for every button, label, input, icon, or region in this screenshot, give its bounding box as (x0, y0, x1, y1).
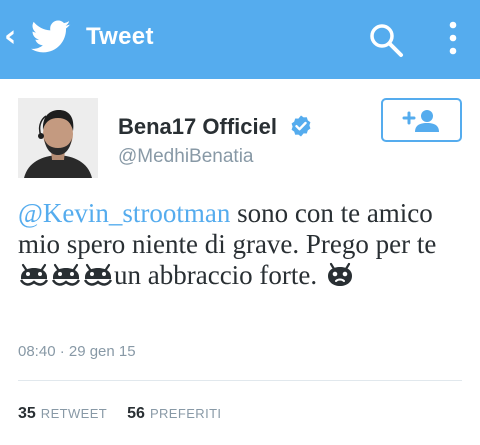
android-emoji-icon (327, 262, 352, 286)
mention-link[interactable]: @Kevin_strootman (18, 198, 230, 228)
favorite-count: 56 (127, 405, 145, 422)
more-vertical-icon[interactable] (436, 18, 470, 58)
retweet-label: RETWEET (40, 406, 108, 421)
tweet-stats: 35 RETWEET 56 PREFERITI (18, 405, 221, 423)
twitter-bird-icon (31, 20, 71, 53)
follow-button[interactable] (381, 98, 462, 142)
chevron-left-icon: ‹ (4, 19, 17, 54)
profile-photo (18, 98, 98, 178)
divider (18, 380, 462, 381)
back-button[interactable]: ‹ (0, 0, 78, 79)
emoji-group (18, 260, 114, 290)
favorite-label: PREFERITI (149, 406, 222, 421)
favorite-stat[interactable]: 56 PREFERITI (127, 405, 221, 422)
retweet-count: 35 (18, 405, 36, 422)
avatar[interactable] (18, 98, 98, 178)
android-emoji-icon (51, 263, 81, 286)
author-name[interactable]: Bena17 Officiel (118, 114, 277, 140)
tweet-text-part: un abbraccio forte. (114, 260, 324, 290)
tweet-timestamp: 08:40 · 29 gen 15 (18, 343, 136, 360)
author-handle[interactable]: @MedhiBenatia (118, 146, 253, 168)
search-icon[interactable] (366, 20, 406, 60)
add-user-icon (402, 110, 439, 132)
android-emoji-icon (83, 263, 113, 286)
screen-title: Tweet (86, 23, 154, 50)
verified-badge-icon (291, 115, 311, 137)
tweet-text: @Kevin_strootman sono con te amico mio s… (18, 198, 468, 291)
retweet-stat[interactable]: 35 RETWEET (18, 405, 107, 422)
action-bar: ‹ Tweet (0, 0, 480, 79)
android-emoji-icon (19, 263, 49, 286)
